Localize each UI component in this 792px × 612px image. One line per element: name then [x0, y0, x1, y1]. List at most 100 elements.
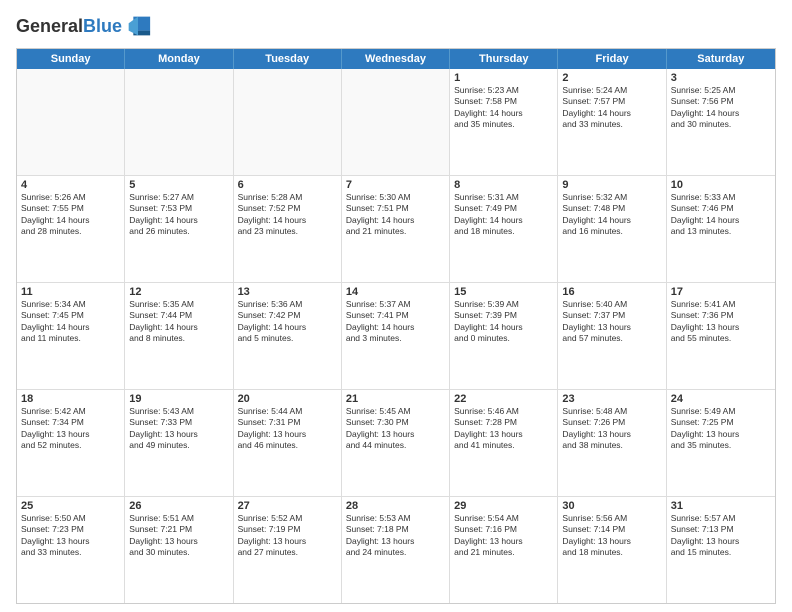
table-row: 26Sunrise: 5:51 AM Sunset: 7:21 PM Dayli… — [125, 497, 233, 603]
daylight-hours: Sunrise: 5:35 AM Sunset: 7:44 PM Dayligh… — [129, 299, 228, 345]
table-row: 22Sunrise: 5:46 AM Sunset: 7:28 PM Dayli… — [450, 390, 558, 496]
day-number: 2 — [562, 72, 661, 84]
daylight-hours: Sunrise: 5:45 AM Sunset: 7:30 PM Dayligh… — [346, 406, 445, 452]
table-row: 10Sunrise: 5:33 AM Sunset: 7:46 PM Dayli… — [667, 176, 775, 282]
table-row: 12Sunrise: 5:35 AM Sunset: 7:44 PM Dayli… — [125, 283, 233, 389]
day-number: 15 — [454, 286, 553, 298]
table-row: 28Sunrise: 5:53 AM Sunset: 7:18 PM Dayli… — [342, 497, 450, 603]
daylight-hours: Sunrise: 5:46 AM Sunset: 7:28 PM Dayligh… — [454, 406, 553, 452]
logo-text: GeneralBlue — [16, 17, 122, 36]
day-number: 19 — [129, 393, 228, 405]
table-row: 5Sunrise: 5:27 AM Sunset: 7:53 PM Daylig… — [125, 176, 233, 282]
daylight-hours: Sunrise: 5:30 AM Sunset: 7:51 PM Dayligh… — [346, 192, 445, 238]
daylight-hours: Sunrise: 5:27 AM Sunset: 7:53 PM Dayligh… — [129, 192, 228, 238]
day-number: 12 — [129, 286, 228, 298]
day-number: 5 — [129, 179, 228, 191]
daylight-hours: Sunrise: 5:36 AM Sunset: 7:42 PM Dayligh… — [238, 299, 337, 345]
day-number: 21 — [346, 393, 445, 405]
daylight-hours: Sunrise: 5:43 AM Sunset: 7:33 PM Dayligh… — [129, 406, 228, 452]
day-number: 6 — [238, 179, 337, 191]
day-number: 18 — [21, 393, 120, 405]
page: GeneralBlue SundayMondayTuesdayWednesday… — [0, 0, 792, 612]
table-row: 2Sunrise: 5:24 AM Sunset: 7:57 PM Daylig… — [558, 69, 666, 175]
table-row: 11Sunrise: 5:34 AM Sunset: 7:45 PM Dayli… — [17, 283, 125, 389]
daylight-hours: Sunrise: 5:53 AM Sunset: 7:18 PM Dayligh… — [346, 513, 445, 559]
table-row: 8Sunrise: 5:31 AM Sunset: 7:49 PM Daylig… — [450, 176, 558, 282]
daylight-hours: Sunrise: 5:34 AM Sunset: 7:45 PM Dayligh… — [21, 299, 120, 345]
table-row: 7Sunrise: 5:30 AM Sunset: 7:51 PM Daylig… — [342, 176, 450, 282]
daylight-hours: Sunrise: 5:52 AM Sunset: 7:19 PM Dayligh… — [238, 513, 337, 559]
daylight-hours: Sunrise: 5:25 AM Sunset: 7:56 PM Dayligh… — [671, 85, 771, 131]
day-number: 22 — [454, 393, 553, 405]
daylight-hours: Sunrise: 5:44 AM Sunset: 7:31 PM Dayligh… — [238, 406, 337, 452]
header-day-monday: Monday — [125, 49, 233, 69]
day-number: 16 — [562, 286, 661, 298]
day-number: 31 — [671, 500, 771, 512]
daylight-hours: Sunrise: 5:28 AM Sunset: 7:52 PM Dayligh… — [238, 192, 337, 238]
daylight-hours: Sunrise: 5:51 AM Sunset: 7:21 PM Dayligh… — [129, 513, 228, 559]
daylight-hours: Sunrise: 5:41 AM Sunset: 7:36 PM Dayligh… — [671, 299, 771, 345]
table-row: 1Sunrise: 5:23 AM Sunset: 7:58 PM Daylig… — [450, 69, 558, 175]
daylight-hours: Sunrise: 5:33 AM Sunset: 7:46 PM Dayligh… — [671, 192, 771, 238]
logo-area: GeneralBlue — [16, 12, 152, 40]
daylight-hours: Sunrise: 5:56 AM Sunset: 7:14 PM Dayligh… — [562, 513, 661, 559]
daylight-hours: Sunrise: 5:40 AM Sunset: 7:37 PM Dayligh… — [562, 299, 661, 345]
week-row-2: 4Sunrise: 5:26 AM Sunset: 7:55 PM Daylig… — [17, 176, 775, 283]
table-row: 3Sunrise: 5:25 AM Sunset: 7:56 PM Daylig… — [667, 69, 775, 175]
header-day-tuesday: Tuesday — [234, 49, 342, 69]
table-row: 20Sunrise: 5:44 AM Sunset: 7:31 PM Dayli… — [234, 390, 342, 496]
daylight-hours: Sunrise: 5:24 AM Sunset: 7:57 PM Dayligh… — [562, 85, 661, 131]
daylight-hours: Sunrise: 5:26 AM Sunset: 7:55 PM Dayligh… — [21, 192, 120, 238]
table-row — [125, 69, 233, 175]
table-row — [17, 69, 125, 175]
header-day-thursday: Thursday — [450, 49, 558, 69]
week-row-4: 18Sunrise: 5:42 AM Sunset: 7:34 PM Dayli… — [17, 390, 775, 497]
table-row: 18Sunrise: 5:42 AM Sunset: 7:34 PM Dayli… — [17, 390, 125, 496]
logo-icon — [124, 12, 152, 40]
table-row: 9Sunrise: 5:32 AM Sunset: 7:48 PM Daylig… — [558, 176, 666, 282]
calendar-header: SundayMondayTuesdayWednesdayThursdayFrid… — [17, 49, 775, 69]
day-number: 24 — [671, 393, 771, 405]
day-number: 25 — [21, 500, 120, 512]
table-row: 27Sunrise: 5:52 AM Sunset: 7:19 PM Dayli… — [234, 497, 342, 603]
day-number: 14 — [346, 286, 445, 298]
table-row: 31Sunrise: 5:57 AM Sunset: 7:13 PM Dayli… — [667, 497, 775, 603]
day-number: 1 — [454, 72, 553, 84]
daylight-hours: Sunrise: 5:23 AM Sunset: 7:58 PM Dayligh… — [454, 85, 553, 131]
day-number: 10 — [671, 179, 771, 191]
logo-general: GeneralBlue — [16, 17, 122, 36]
daylight-hours: Sunrise: 5:57 AM Sunset: 7:13 PM Dayligh… — [671, 513, 771, 559]
day-number: 26 — [129, 500, 228, 512]
header-day-saturday: Saturday — [667, 49, 775, 69]
day-number: 27 — [238, 500, 337, 512]
day-number: 30 — [562, 500, 661, 512]
table-row: 16Sunrise: 5:40 AM Sunset: 7:37 PM Dayli… — [558, 283, 666, 389]
day-number: 20 — [238, 393, 337, 405]
header-day-wednesday: Wednesday — [342, 49, 450, 69]
table-row: 23Sunrise: 5:48 AM Sunset: 7:26 PM Dayli… — [558, 390, 666, 496]
week-row-1: 1Sunrise: 5:23 AM Sunset: 7:58 PM Daylig… — [17, 69, 775, 176]
day-number: 9 — [562, 179, 661, 191]
table-row: 24Sunrise: 5:49 AM Sunset: 7:25 PM Dayli… — [667, 390, 775, 496]
daylight-hours: Sunrise: 5:37 AM Sunset: 7:41 PM Dayligh… — [346, 299, 445, 345]
daylight-hours: Sunrise: 5:49 AM Sunset: 7:25 PM Dayligh… — [671, 406, 771, 452]
table-row: 15Sunrise: 5:39 AM Sunset: 7:39 PM Dayli… — [450, 283, 558, 389]
day-number: 13 — [238, 286, 337, 298]
table-row: 17Sunrise: 5:41 AM Sunset: 7:36 PM Dayli… — [667, 283, 775, 389]
day-number: 3 — [671, 72, 771, 84]
header-day-sunday: Sunday — [17, 49, 125, 69]
week-row-5: 25Sunrise: 5:50 AM Sunset: 7:23 PM Dayli… — [17, 497, 775, 603]
day-number: 11 — [21, 286, 120, 298]
table-row: 13Sunrise: 5:36 AM Sunset: 7:42 PM Dayli… — [234, 283, 342, 389]
header: GeneralBlue — [16, 12, 776, 40]
day-number: 28 — [346, 500, 445, 512]
day-number: 8 — [454, 179, 553, 191]
day-number: 17 — [671, 286, 771, 298]
calendar-body: 1Sunrise: 5:23 AM Sunset: 7:58 PM Daylig… — [17, 69, 775, 603]
day-number: 23 — [562, 393, 661, 405]
daylight-hours: Sunrise: 5:42 AM Sunset: 7:34 PM Dayligh… — [21, 406, 120, 452]
table-row: 25Sunrise: 5:50 AM Sunset: 7:23 PM Dayli… — [17, 497, 125, 603]
table-row: 19Sunrise: 5:43 AM Sunset: 7:33 PM Dayli… — [125, 390, 233, 496]
daylight-hours: Sunrise: 5:50 AM Sunset: 7:23 PM Dayligh… — [21, 513, 120, 559]
week-row-3: 11Sunrise: 5:34 AM Sunset: 7:45 PM Dayli… — [17, 283, 775, 390]
